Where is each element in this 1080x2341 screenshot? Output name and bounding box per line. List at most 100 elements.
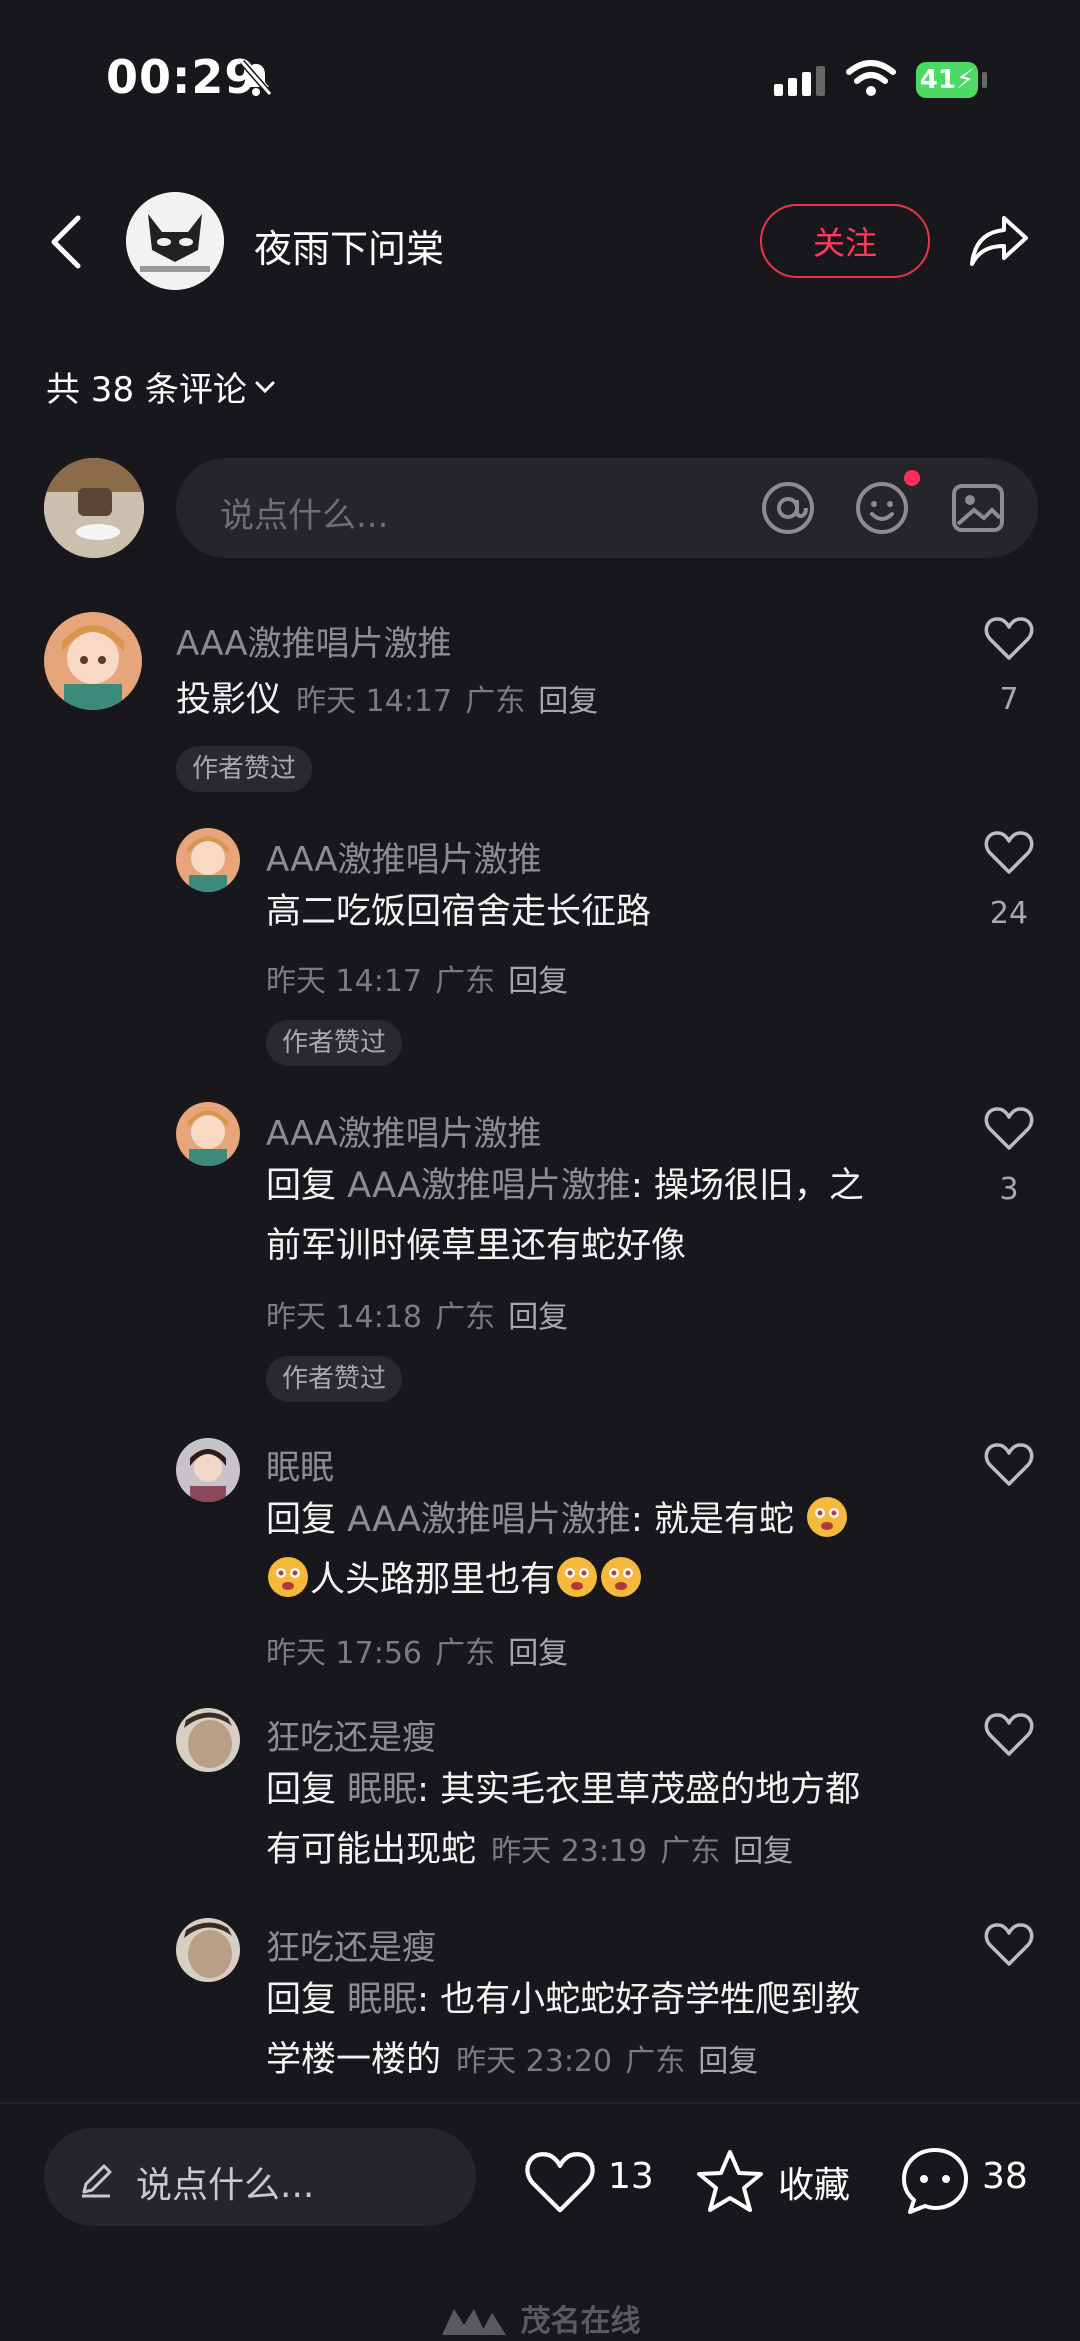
comment-text-line2-row: 学楼一楼的 昨天 23:20 广东 回复	[266, 2030, 758, 2090]
like-heart-icon[interactable]	[524, 2150, 596, 2216]
comment-text-line2: 人头路那里也有	[266, 1550, 643, 1610]
comment-username[interactable]: 眠眠	[266, 1440, 334, 1489]
comment-text-line2-row: 有可能出现蛇 昨天 23:19 广东 回复	[266, 1820, 793, 1880]
author-avatar[interactable]	[126, 192, 224, 290]
back-arrow-icon[interactable]	[44, 212, 88, 272]
reply-button[interactable]: 回复	[698, 2044, 758, 2079]
reply-to-user[interactable]: 眠眠	[347, 1770, 417, 1810]
comment-text: 投影仪	[176, 680, 282, 720]
comment-bubble-icon[interactable]	[898, 2144, 972, 2218]
share-icon[interactable]	[968, 208, 1032, 272]
commenter-avatar[interactable]	[176, 1102, 240, 1166]
image-icon[interactable]	[950, 480, 1006, 536]
emoji-icon[interactable]	[854, 480, 910, 536]
comment-location: 广东	[435, 1636, 496, 1671]
like-count: 3	[999, 1172, 1019, 1207]
comment-text: : 其实毛衣里草茂盛的地方都	[417, 1770, 861, 1810]
wifi-icon	[846, 60, 896, 96]
heart-icon[interactable]	[984, 1442, 1034, 1488]
author-liked-badge: 作者赞过	[176, 746, 313, 792]
comment-text-line2: 前军训时候草里还有蛇好像	[266, 1226, 687, 1266]
author-name[interactable]: 夜雨下问棠	[254, 218, 444, 273]
author-liked-badge: 作者赞过	[266, 1020, 403, 1066]
comment-meta-row: 昨天 14:17 广东 回复	[266, 956, 568, 1000]
comment-time: 昨天 14:17	[296, 684, 453, 719]
reply-to-user[interactable]: AAA激推唱片激推	[347, 1166, 631, 1206]
reply-button[interactable]: 回复	[538, 684, 598, 719]
anime-girl-avatar	[176, 828, 240, 892]
my-avatar	[44, 458, 144, 558]
like-count: 24	[989, 896, 1029, 931]
commenter-avatar[interactable]	[176, 1708, 240, 1772]
watermark: 茂名在线	[440, 2296, 640, 2340]
commenter-avatar[interactable]	[176, 1438, 240, 1502]
bottom-divider	[0, 2102, 1080, 2104]
emoji-drool-icon	[557, 1557, 598, 1597]
bottom-input-placeholder: 说点什么...	[136, 2165, 315, 2206]
heart-icon[interactable]	[984, 1106, 1034, 1152]
signal-icon	[774, 66, 825, 96]
comment-body-row: 投影仪 昨天 14:17 广东 回复	[176, 670, 598, 730]
emoji-drool-icon	[807, 1497, 847, 1537]
comment-text-line1: 回复 眠眠: 也有小蛇蛇好奇学牲爬到教	[266, 1970, 860, 2030]
comment-username[interactable]: AAA激推唱片激推	[266, 1106, 542, 1155]
comment-count-total[interactable]: 38	[982, 2156, 1028, 2197]
heart-icon[interactable]	[984, 1712, 1034, 1758]
reply-button[interactable]: 回复	[733, 1834, 793, 1869]
mute-bell-icon	[239, 60, 273, 96]
follow-button[interactable]: 关注	[760, 204, 930, 278]
meme-face-avatar	[176, 1918, 240, 1982]
heart-icon[interactable]	[984, 1922, 1034, 1968]
at-mention-icon[interactable]	[760, 480, 816, 536]
comment-text-line1: 回复 眠眠: 其实毛衣里草茂盛的地方都	[266, 1760, 860, 1820]
comment-username[interactable]: AAA激推唱片激推	[176, 616, 452, 665]
comment-meta-row: 昨天 14:18 广东 回复	[266, 1292, 568, 1336]
heart-icon[interactable]	[984, 830, 1034, 876]
watermark-text: 茂名在线	[520, 2304, 641, 2339]
comment-text: 人头路那里也有	[310, 1560, 556, 1600]
fox-logo-icon	[126, 192, 224, 290]
comment-location: 广东	[435, 1300, 496, 1335]
watermark-logo-icon	[442, 2309, 506, 2335]
anime-girl-avatar	[176, 1102, 240, 1166]
comment-username[interactable]: 狂吃还是瘦	[266, 1710, 436, 1759]
reply-button[interactable]: 回复	[508, 964, 568, 999]
author-liked-badge: 作者赞过	[266, 1356, 403, 1402]
comment-time: 昨天 17:56	[266, 1636, 422, 1671]
comment-time: 昨天 23:20	[456, 2044, 613, 2079]
my-avatar-image	[44, 458, 144, 558]
battery-indicator: 41 ⚡	[916, 62, 978, 98]
comment-username[interactable]: 狂吃还是瘦	[266, 1920, 436, 1969]
emoji-drool-icon	[601, 1557, 642, 1597]
reply-to-user[interactable]: 眠眠	[347, 1980, 417, 2020]
comment-text: : 就是有蛇	[630, 1500, 794, 1540]
battery-cap	[982, 72, 987, 88]
chevron-down-icon	[255, 381, 275, 393]
reply-prefix: 回复	[266, 1980, 337, 2020]
comment-meta-row: 昨天 17:56 广东 回复	[266, 1628, 568, 1672]
comment-count-sort[interactable]: 共 38 条评论	[46, 362, 277, 411]
anime-girl-avatar	[44, 612, 142, 710]
heart-icon[interactable]	[984, 616, 1034, 662]
comment-text-line2: 有可能出现蛇	[266, 1830, 477, 1870]
comment-location: 广东	[625, 2044, 686, 2079]
reply-prefix: 回复	[266, 1500, 337, 1540]
comment-location: 广东	[660, 1834, 721, 1869]
like-count: 7	[999, 682, 1019, 717]
comment-text-line1: 回复 AAA激推唱片激推: 就是有蛇	[266, 1490, 849, 1550]
comment-username[interactable]: AAA激推唱片激推	[266, 832, 542, 881]
status-time: 00:29	[106, 50, 258, 104]
pencil-icon	[82, 2164, 112, 2198]
like-count-total: 13	[608, 2156, 654, 2197]
reply-button[interactable]: 回复	[508, 1300, 568, 1335]
comment-count-label: 共 38 条评论	[46, 370, 247, 410]
commenter-avatar[interactable]	[176, 828, 240, 892]
reply-button[interactable]: 回复	[508, 1636, 568, 1671]
comment-text-line1: 回复 AAA激推唱片激推: 操场很旧，之	[266, 1156, 864, 1216]
reply-to-user[interactable]: AAA激推唱片激推	[347, 1500, 631, 1540]
commenter-avatar[interactable]	[44, 612, 142, 710]
commenter-avatar[interactable]	[176, 1918, 240, 1982]
collect-label[interactable]: 收藏	[778, 2156, 850, 2208]
reply-prefix: 回复	[266, 1770, 337, 1810]
star-collect-icon[interactable]	[694, 2146, 766, 2218]
